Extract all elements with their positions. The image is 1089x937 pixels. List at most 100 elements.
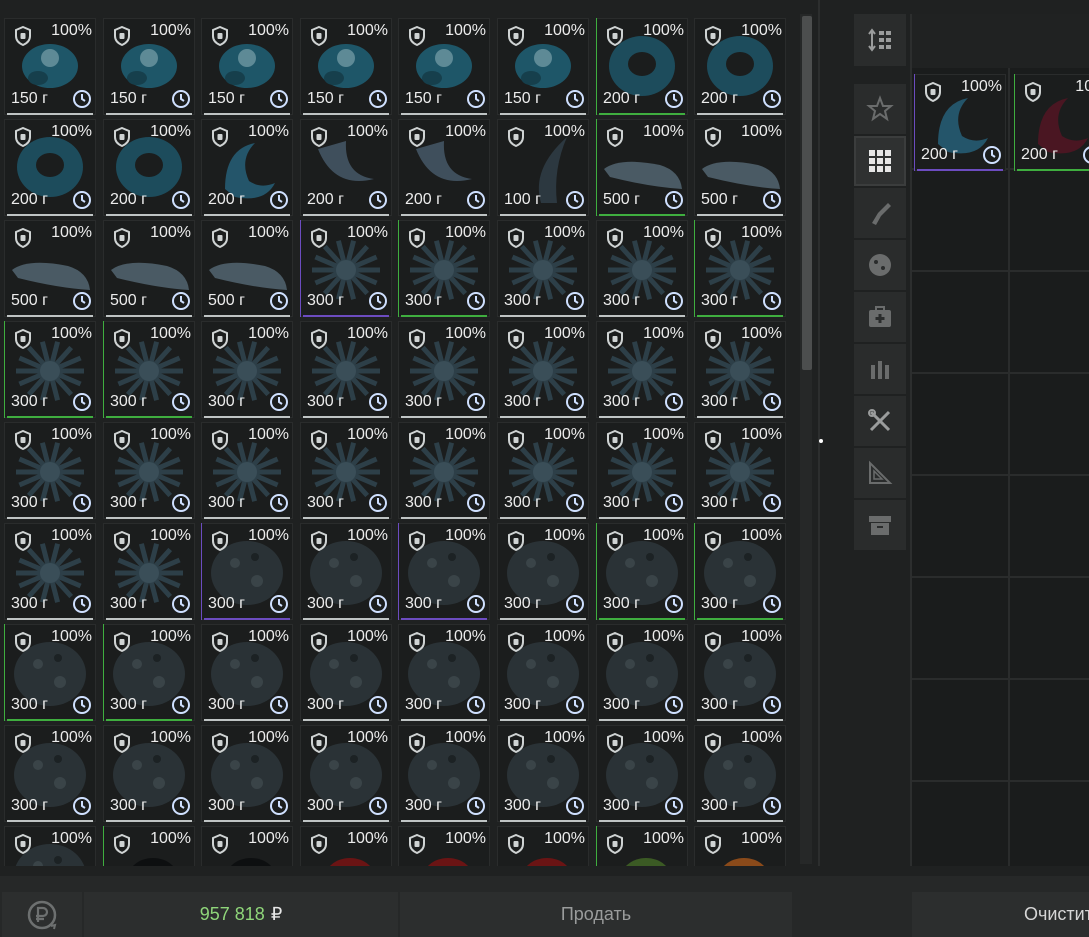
- inventory-item[interactable]: 100% 300 г: [300, 321, 392, 418]
- inventory-item[interactable]: 100% 300 г: [398, 725, 490, 822]
- inventory-item[interactable]: 100% 200 г: [596, 18, 688, 115]
- sell-slot[interactable]: [912, 374, 1010, 476]
- sell-slot[interactable]: [1010, 782, 1089, 866]
- sell-slot[interactable]: [1010, 680, 1089, 782]
- inventory-item[interactable]: 100% 300 г: [497, 321, 589, 418]
- sell-slot[interactable]: [1010, 578, 1089, 680]
- sell-slot[interactable]: [912, 578, 1010, 680]
- inventory-item[interactable]: 100% 300 г: [300, 523, 392, 620]
- filter-button-blueprint[interactable]: [854, 448, 906, 498]
- inventory-item[interactable]: 100% 300 г: [4, 725, 96, 822]
- filter-button-artifact[interactable]: [854, 240, 906, 290]
- inventory-item[interactable]: 100% 300 г: [398, 624, 490, 721]
- inventory-item[interactable]: 100% 300 г: [300, 725, 392, 822]
- filter-button-medkit[interactable]: [854, 292, 906, 342]
- inventory-item[interactable]: 100%: [694, 826, 786, 866]
- filter-button-star-badge[interactable]: [854, 84, 906, 134]
- inventory-item[interactable]: 100%: [4, 826, 96, 866]
- inventory-item[interactable]: 100% 300 г: [596, 422, 688, 519]
- filter-button-weapon[interactable]: [854, 188, 906, 238]
- sell-slot[interactable]: [912, 782, 1010, 866]
- inventory-item[interactable]: 100% 150 г: [497, 18, 589, 115]
- inventory-item[interactable]: 100% 150 г: [4, 18, 96, 115]
- filter-button-tools[interactable]: [854, 396, 906, 446]
- inventory-item[interactable]: 100%: [103, 826, 195, 866]
- inventory-item[interactable]: 100% 500 г: [4, 220, 96, 317]
- inventory-item[interactable]: 100% 300 г: [694, 725, 786, 822]
- inventory-item[interactable]: 100% 300 г: [300, 422, 392, 519]
- sell-item[interactable]: 100% 200 г: [914, 74, 1006, 171]
- inventory-item[interactable]: 100% 500 г: [103, 220, 195, 317]
- inventory-item[interactable]: 100% 300 г: [103, 422, 195, 519]
- sell-slot[interactable]: [912, 680, 1010, 782]
- inventory-item[interactable]: 100% 500 г: [694, 119, 786, 216]
- inventory-item[interactable]: 100% 300 г: [497, 422, 589, 519]
- sell-slot[interactable]: [1010, 272, 1089, 374]
- sell-item[interactable]: 100 200 г: [1014, 74, 1089, 171]
- inventory-item[interactable]: 100% 300 г: [201, 523, 293, 620]
- scrollbar-thumb[interactable]: [802, 16, 812, 370]
- inventory-item[interactable]: 100%: [497, 826, 589, 866]
- inventory-item[interactable]: 100% 150 г: [300, 18, 392, 115]
- inventory-item[interactable]: 100% 200 г: [4, 119, 96, 216]
- filter-button-ammo[interactable]: [854, 344, 906, 394]
- sell-slot[interactable]: [912, 272, 1010, 374]
- inventory-item[interactable]: 100% 200 г: [300, 119, 392, 216]
- filter-button-sort[interactable]: [854, 14, 906, 66]
- filter-button-grid[interactable]: [854, 136, 906, 186]
- inventory-item[interactable]: 100% 300 г: [4, 523, 96, 620]
- inventory-item[interactable]: 100% 300 г: [497, 220, 589, 317]
- inventory-item[interactable]: 100% 300 г: [694, 422, 786, 519]
- inventory-item[interactable]: 100% 150 г: [398, 18, 490, 115]
- inventory-item[interactable]: 100% 300 г: [4, 422, 96, 519]
- inventory-item[interactable]: 100% 300 г: [201, 624, 293, 721]
- inventory-item[interactable]: 100% 500 г: [596, 119, 688, 216]
- inventory-item[interactable]: 100% 300 г: [398, 422, 490, 519]
- inventory-item[interactable]: 100% 300 г: [103, 321, 195, 418]
- filter-button-box[interactable]: [854, 500, 906, 550]
- inventory-item[interactable]: 100% 300 г: [694, 523, 786, 620]
- inventory-item[interactable]: 100% 300 г: [398, 220, 490, 317]
- sell-slot[interactable]: [912, 170, 1010, 272]
- inventory-item[interactable]: 100% 200 г: [694, 18, 786, 115]
- inventory-item[interactable]: 100% 300 г: [103, 523, 195, 620]
- inventory-item[interactable]: 100% 300 г: [497, 725, 589, 822]
- inventory-item[interactable]: 100% 200 г: [201, 119, 293, 216]
- inventory-item[interactable]: 100% 300 г: [694, 321, 786, 418]
- inventory-item[interactable]: 100% 200 г: [398, 119, 490, 216]
- clear-button[interactable]: Очистить: [912, 892, 1089, 937]
- inventory-item[interactable]: 100% 500 г: [201, 220, 293, 317]
- inventory-item[interactable]: 100% 300 г: [103, 624, 195, 721]
- inventory-item[interactable]: 100% 300 г: [103, 725, 195, 822]
- inventory-item[interactable]: 100% 300 г: [596, 725, 688, 822]
- inventory-item[interactable]: 100%: [596, 826, 688, 866]
- sell-slot[interactable]: [912, 476, 1010, 578]
- inventory-item[interactable]: 100% 300 г: [596, 523, 688, 620]
- inventory-item[interactable]: 100% 200 г: [103, 119, 195, 216]
- sell-slot[interactable]: [1010, 374, 1089, 476]
- sell-slot[interactable]: [1010, 476, 1089, 578]
- inventory-item[interactable]: 100%: [300, 826, 392, 866]
- inventory-item[interactable]: 100% 150 г: [201, 18, 293, 115]
- sell-slot[interactable]: [1010, 170, 1089, 272]
- inventory-item[interactable]: 100% 300 г: [300, 220, 392, 317]
- inventory-item[interactable]: 100% 300 г: [694, 624, 786, 721]
- inventory-item[interactable]: 100% 100 г: [497, 119, 589, 216]
- inventory-item[interactable]: 100%: [398, 826, 490, 866]
- inventory-item[interactable]: 100% 300 г: [398, 523, 490, 620]
- inventory-item[interactable]: 100% 300 г: [201, 725, 293, 822]
- inventory-item[interactable]: 100% 300 г: [694, 220, 786, 317]
- inventory-item[interactable]: 100% 300 г: [201, 321, 293, 418]
- inventory-item[interactable]: 100% 300 г: [4, 321, 96, 418]
- inventory-item[interactable]: 100% 300 г: [596, 321, 688, 418]
- inventory-item[interactable]: 100% 300 г: [596, 220, 688, 317]
- sell-button[interactable]: Продать: [400, 892, 792, 937]
- currency-exchange-button[interactable]: [2, 892, 82, 937]
- inventory-item[interactable]: 100% 150 г: [103, 18, 195, 115]
- inventory-item[interactable]: 100%: [201, 826, 293, 866]
- inventory-item[interactable]: 100% 300 г: [201, 422, 293, 519]
- inventory-item[interactable]: 100% 300 г: [300, 624, 392, 721]
- inventory-item[interactable]: 100% 300 г: [596, 624, 688, 721]
- inventory-item[interactable]: 100% 300 г: [398, 321, 490, 418]
- inventory-item[interactable]: 100% 300 г: [4, 624, 96, 721]
